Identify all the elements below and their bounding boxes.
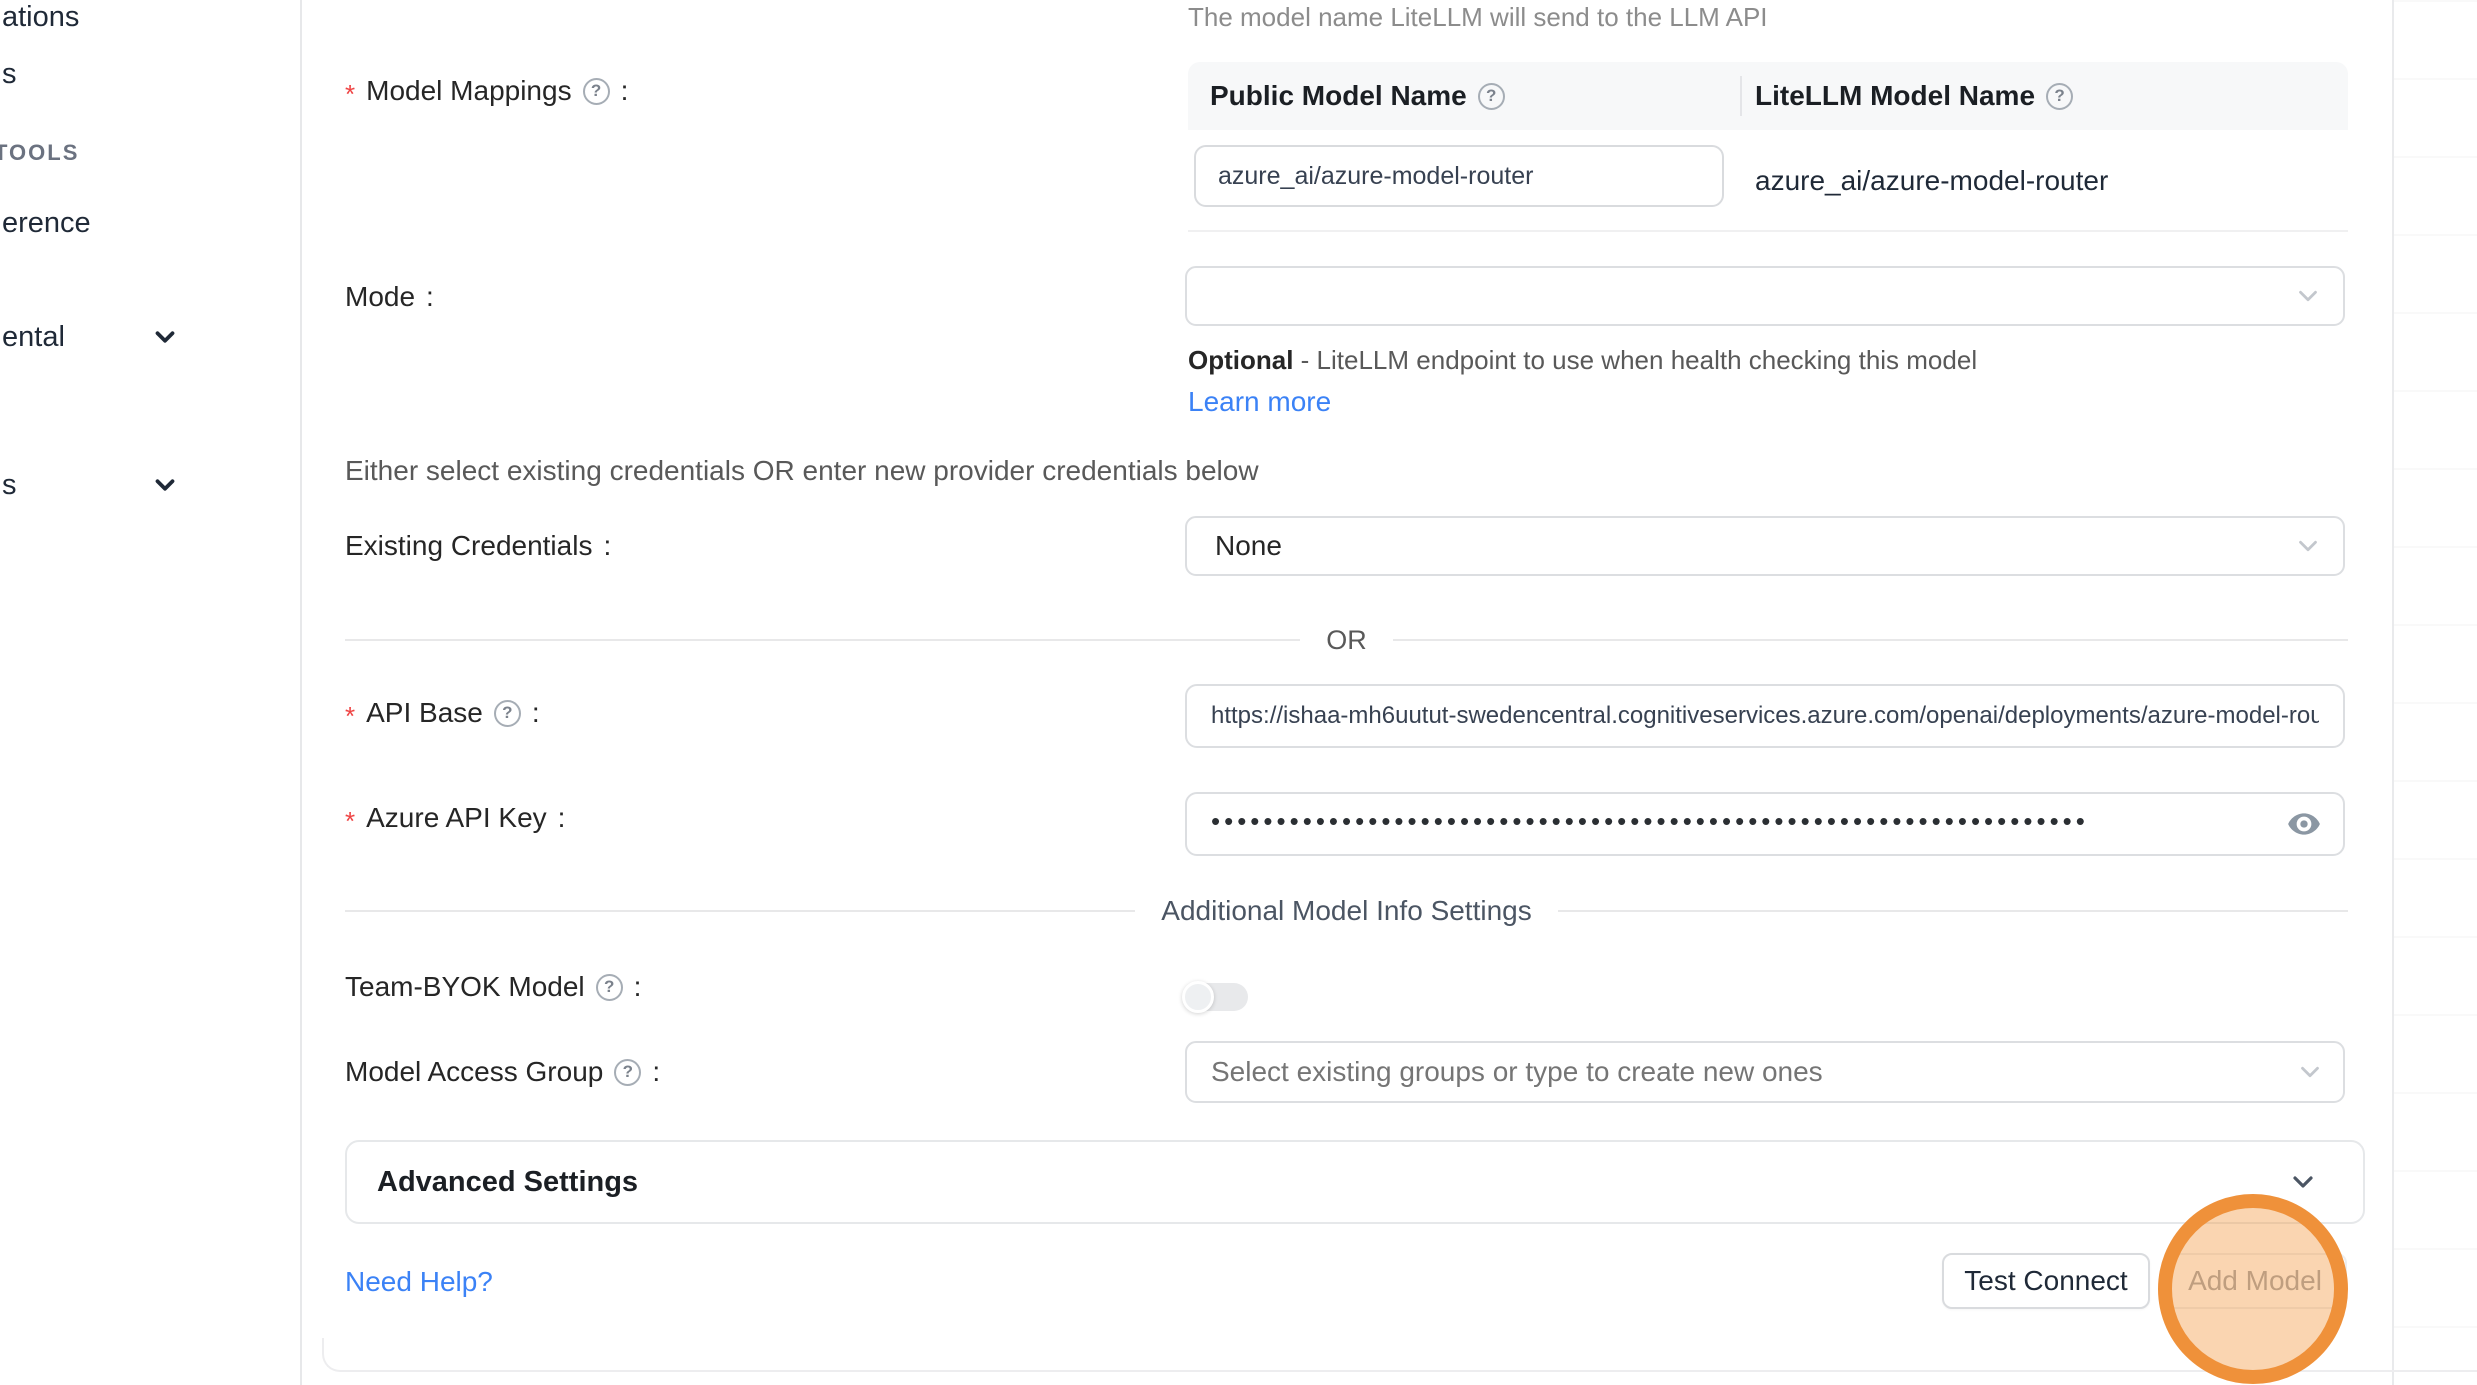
sidebar-item-label: s (2, 469, 17, 502)
model-access-group-label: Model Access Group ? : (345, 1051, 660, 1093)
eye-icon[interactable] (2287, 807, 2321, 841)
sidebar-section-tools: TOOLS (0, 138, 79, 168)
sidebar-item-users[interactable]: s (2, 54, 17, 94)
required-marker: * (345, 79, 355, 110)
help-icon[interactable]: ? (596, 974, 623, 1001)
required-marker: * (345, 806, 355, 837)
model-name-help-text: The model name LiteLLM will send to the … (1188, 2, 1768, 33)
help-icon[interactable]: ? (614, 1059, 641, 1086)
azure-api-key-input[interactable]: ••••••••••••••••••••••••••••••••••••••••… (1185, 792, 2345, 856)
azure-api-key-label: * Azure API Key : (345, 797, 565, 839)
chevron-down-icon[interactable] (150, 470, 180, 500)
sidebar-item-api-reference[interactable]: erence (2, 203, 91, 243)
credentials-note: Either select existing credentials OR en… (345, 455, 1259, 487)
team-byok-toggle[interactable] (1184, 983, 1248, 1011)
api-base-input[interactable] (1185, 684, 2345, 748)
mode-help-text: Optional - LiteLLM endpoint to use when … (1188, 340, 2018, 423)
help-icon[interactable]: ? (583, 78, 610, 105)
api-base-label: * API Base ? : (345, 692, 540, 734)
sidebar-item-organizations[interactable]: ations (2, 0, 79, 37)
background-content (2392, 0, 2477, 1385)
sidebar-item-label: ental (2, 321, 65, 354)
team-byok-label: Team-BYOK Model ? : (345, 966, 641, 1008)
chevron-down-icon (2293, 531, 2323, 561)
model-access-group-select[interactable] (1185, 1041, 2345, 1103)
sidebar-item-label: erence (2, 207, 91, 240)
help-icon[interactable]: ? (494, 700, 521, 727)
toggle-knob (1182, 981, 1214, 1013)
additional-settings-divider: Additional Model Info Settings (345, 891, 2348, 931)
divider-line (345, 910, 1135, 912)
need-help-link[interactable]: Need Help? (345, 1266, 493, 1298)
advanced-settings-panel[interactable]: Advanced Settings (345, 1140, 2365, 1224)
model-mappings-label: * Model Mappings ? : (345, 70, 628, 112)
sidebar-item-label: ations (2, 1, 79, 34)
model-mappings-table: Public Model Name ? LiteLLM Model Name ?… (1188, 62, 2348, 232)
existing-credentials-select[interactable]: None (1185, 516, 2345, 576)
chevron-down-icon (2295, 1057, 2325, 1087)
litellm-model-name-value: azure_ai/azure-model-router (1755, 130, 2108, 232)
required-marker: * (345, 701, 355, 732)
add-model-button[interactable]: Add Model (2163, 1253, 2347, 1309)
test-connect-button[interactable]: Test Connect (1942, 1253, 2150, 1309)
litellm-model-name-header: LiteLLM Model Name ? (1740, 80, 2073, 112)
divider-line (1558, 910, 2348, 912)
existing-credentials-label: Existing Credentials : (345, 525, 611, 567)
sidebar-item-experimental[interactable]: ental (2, 317, 65, 357)
mode-select[interactable] (1185, 266, 2345, 326)
help-icon[interactable]: ? (1478, 83, 1505, 110)
learn-more-link[interactable]: Learn more (1188, 386, 1331, 417)
add-model-page: ations s TOOLS erence ental s The model … (0, 0, 2477, 1385)
advanced-settings-title: Advanced Settings (377, 1166, 2287, 1199)
sidebar-item-settings[interactable]: s (2, 465, 17, 505)
help-icon[interactable]: ? (2046, 83, 2073, 110)
chevron-down-icon (2287, 1166, 2319, 1198)
mode-label: Mode : (345, 276, 434, 318)
chevron-down-icon (2293, 281, 2323, 311)
model-mappings-header: Public Model Name ? LiteLLM Model Name ? (1188, 62, 2348, 130)
chevron-down-icon[interactable] (150, 322, 180, 352)
sidebar-item-label: s (2, 58, 17, 91)
divider-line (1393, 639, 2348, 641)
form-card-edge (322, 1338, 2477, 1372)
public-model-name-header: Public Model Name ? (1188, 80, 1740, 112)
table-row: azure_ai/azure-model-router (1188, 130, 2348, 232)
or-divider: OR (345, 620, 2348, 660)
masked-password-value: ••••••••••••••••••••••••••••••••••••••••… (1187, 806, 2087, 837)
divider-line (345, 639, 1300, 641)
sidebar: ations s TOOLS erence ental s (0, 0, 302, 1385)
column-divider (1740, 76, 1742, 116)
public-model-name-input[interactable] (1194, 145, 1724, 207)
sidebar-section-label: TOOLS (0, 140, 79, 166)
